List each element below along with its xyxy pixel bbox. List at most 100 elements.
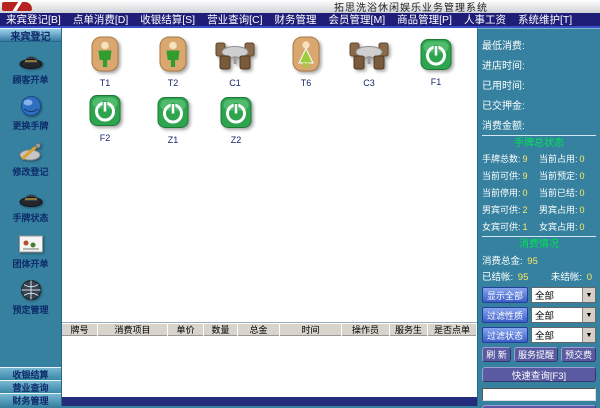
floor-cell-Z1[interactable]: Z1	[150, 96, 196, 145]
stat-label: 女宾占用:	[539, 222, 578, 232]
globe-icon	[16, 277, 46, 302]
chevron-down-icon[interactable]: ▼	[582, 288, 595, 302]
stat-value: 0	[579, 205, 585, 215]
sidebar-group-guest-registration[interactable]: 来宾登记	[0, 28, 61, 43]
stat-女宾可供: 女宾可供: 1	[482, 220, 539, 233]
sidebar-collapsed-groups: 收银结算 营业查询 财务管理	[0, 367, 61, 406]
sidebar-item-label: 手牌状态	[12, 213, 49, 223]
floor-cell-C1[interactable]: C1	[212, 36, 258, 88]
action-button-row: 刷 新 服务提醒 预交费	[482, 347, 596, 362]
unsettled-pair: 未结帐: 0	[551, 269, 592, 283]
guest-info-fields: 最低消费: 进店时间: 已用时间: 已交押金: 消费金额:	[482, 34, 596, 134]
table-icon	[213, 42, 257, 77]
stat-label: 女宾可供:	[482, 222, 521, 232]
stat-男宾占用: 男宾占用: 0	[539, 203, 596, 216]
floor-cell-label: T6	[300, 78, 312, 88]
menu-item-9[interactable]: 系统维护[T]	[512, 12, 578, 27]
stat-label: 当前已结:	[539, 188, 578, 198]
menu-item-4[interactable]: 营业查询[C]	[201, 12, 268, 27]
consumption-grid-body	[62, 336, 477, 397]
sidebar-item-顾客开单[interactable]: 顾客开单	[0, 47, 61, 86]
hat-icon	[16, 185, 46, 210]
info-field-进店时间: 进店时间:	[482, 60, 525, 72]
dropdown-value: 全部	[535, 331, 555, 342]
bottom-strip	[62, 397, 477, 406]
menu-item-8[interactable]: 人事工资	[458, 12, 512, 27]
floor-cell-F2[interactable]: F2	[82, 94, 128, 143]
menu-item-3[interactable]: 收银结算[S]	[134, 12, 201, 27]
table-icon	[347, 42, 391, 77]
sidebar-item-label: 修改登记	[12, 167, 49, 177]
consumption-grid-header: 牌号 消费项目 单价 数量 总金 时间 操作员 服务生 是否点单	[62, 323, 477, 336]
stat-男宾可供: 男宾可供: 2	[482, 203, 539, 216]
stat-当前停用: 当前停用: 0	[482, 186, 539, 199]
menu-item-6[interactable]: 会员管理[M]	[323, 12, 392, 27]
stat-value: 2	[522, 205, 528, 215]
filter-button-显示全部[interactable]: 显示全部	[482, 287, 528, 303]
floor-cell-T2[interactable]: T2	[150, 36, 196, 88]
filter-dropdown-显示全部[interactable]: 全部 ▼	[531, 287, 596, 303]
menu-item-2[interactable]: 点单消费[D]	[67, 12, 134, 27]
chevron-down-icon[interactable]: ▼	[582, 308, 595, 322]
grid-column-消费项目: 消费项目	[98, 323, 168, 336]
filter-button-过滤状态[interactable]: 过滤状态	[482, 327, 528, 343]
dropdown-value: 全部	[535, 311, 555, 322]
total-consumption-row: 消费总金: 95	[482, 253, 596, 267]
tools-icon	[16, 139, 46, 164]
floor-cell-C3[interactable]: C3	[346, 36, 392, 88]
sidebar-item-预定管理[interactable]: 预定管理	[0, 277, 61, 316]
grid-column-数量: 数量	[204, 323, 238, 336]
filter-button-过滤性质[interactable]: 过滤性质	[482, 307, 528, 323]
floor-cell-F1[interactable]: F1	[413, 38, 459, 87]
floor-cell-T1[interactable]: T1	[82, 36, 128, 88]
grid-column-是否点单: 是否点单	[428, 323, 477, 336]
tag-male-icon	[158, 36, 188, 77]
hat-icon	[16, 47, 46, 72]
stat-value: 9	[522, 171, 528, 181]
stat-label: 当前可供:	[482, 171, 521, 181]
grid-column-牌号: 牌号	[62, 323, 98, 336]
sidebar-group-财务管理[interactable]: 财务管理	[0, 393, 61, 406]
filter-dropdown-过滤性质[interactable]: 全部 ▼	[531, 307, 596, 323]
menu-item-7[interactable]: 商品管理[P]	[391, 12, 458, 27]
stat-label: 男宾可供:	[482, 205, 521, 215]
sidebar-item-更换手牌[interactable]: 更换手牌	[0, 93, 61, 132]
box-icon	[16, 231, 46, 256]
sidebar-item-label: 顾客开单	[12, 75, 49, 85]
quick-query-button[interactable]: 快速查询[F3]	[482, 367, 596, 382]
app-window: 拓思洗浴休闲娱乐业务管理系统 来宾登记[B] 点单消费[D] 收银结算[S] 营业查询…	[0, 0, 600, 408]
grid-column-服务生: 服务生	[390, 323, 428, 336]
floor-cell-T6[interactable]: T6	[283, 36, 329, 88]
quick-query-input[interactable]	[482, 387, 596, 401]
dropdown-value: 全部	[535, 291, 555, 302]
stat-value: 0	[579, 188, 585, 198]
chevron-down-icon[interactable]: ▼	[582, 328, 595, 342]
power-icon	[420, 39, 452, 76]
menu-item-5[interactable]: 财务管理	[269, 12, 323, 27]
grid-column-操作员: 操作员	[342, 323, 390, 336]
sidebar-nav-items: 顾客开单更换手牌修改登记手牌状态团体开单预定管理	[0, 42, 61, 367]
tag-female-icon	[291, 36, 321, 77]
sidebar-group-营业查询[interactable]: 营业查询	[0, 380, 61, 393]
stat-label: 当前占用:	[539, 154, 578, 164]
tag-status-stats: 手牌总数: 9 当前占用: 0 当前可供: 9 当前预定: 0 当前停用: 0 当前已结: 0 男宾可供…	[482, 152, 596, 233]
consumption-section-header: 消费情况	[519, 239, 559, 250]
sidebar-item-修改登记[interactable]: 修改登记	[0, 139, 61, 178]
service-reminder-button[interactable]: 服务提醒	[513, 347, 558, 362]
tag-status-section-header: 手牌总状态	[514, 138, 564, 149]
stat-label: 当前停用:	[482, 188, 521, 198]
menu-item-1[interactable]: 来宾登记[B]	[0, 12, 67, 27]
info-field-已交押金: 已交押金:	[482, 100, 525, 112]
filter-dropdown-过滤状态[interactable]: 全部 ▼	[531, 327, 596, 343]
app-logo-icon	[2, 2, 32, 11]
floor-cell-Z2[interactable]: Z2	[213, 96, 259, 145]
sidebar-item-团体开单[interactable]: 团体开单	[0, 231, 61, 270]
sidebar-item-label: 团体开单	[12, 259, 49, 269]
sidebar-item-手牌状态[interactable]: 手牌状态	[0, 185, 61, 224]
tag-male-icon	[90, 36, 120, 77]
sidebar-group-收银结算[interactable]: 收银结算	[0, 367, 61, 380]
refresh-button[interactable]: 刷 新	[482, 347, 511, 362]
prepay-button[interactable]: 预交费	[560, 347, 596, 362]
settlement-row: 已结帐: 95 未结帐: 0	[482, 269, 596, 283]
sphere-icon	[16, 93, 46, 118]
